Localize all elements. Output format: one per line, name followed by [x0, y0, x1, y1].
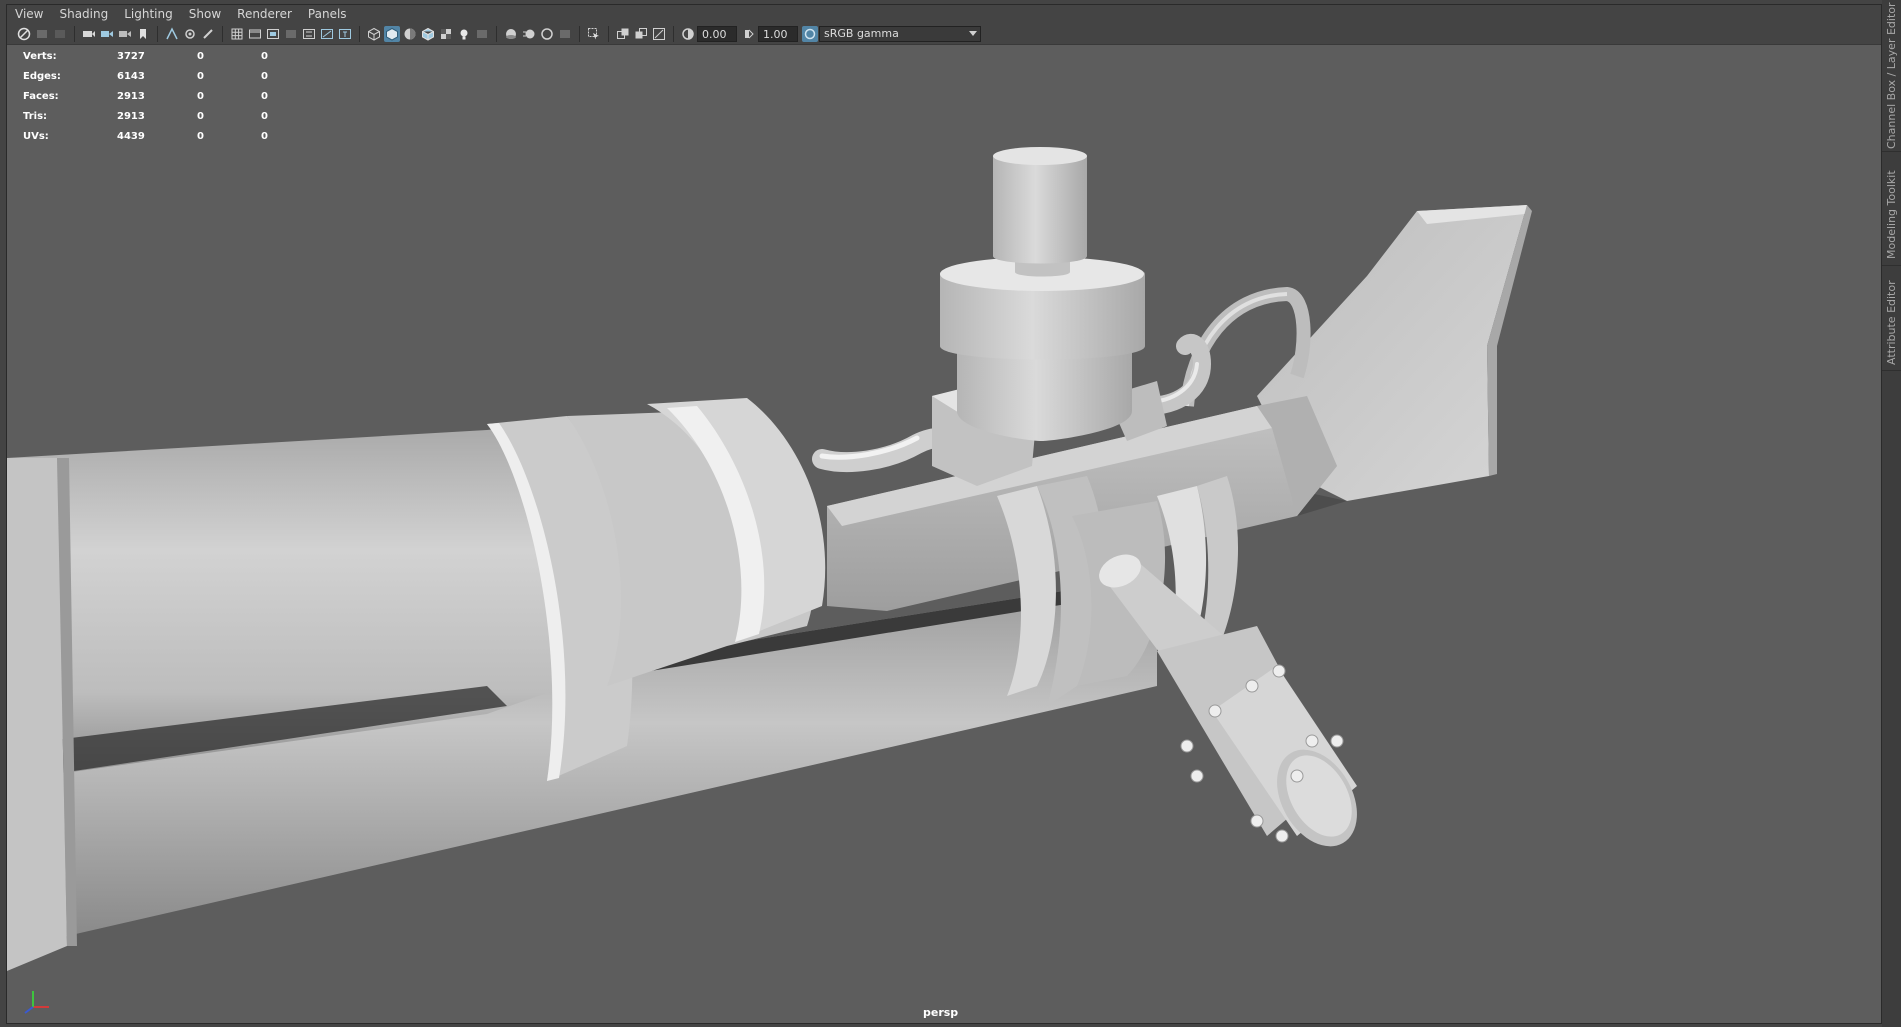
gamma-field[interactable]: 1.00: [758, 25, 798, 42]
screen-space-ao-icon[interactable]: [503, 26, 519, 42]
axis-gizmo-icon: [24, 991, 49, 1014]
use-default-material-icon[interactable]: [402, 26, 418, 42]
hud-value: 0: [261, 131, 268, 142]
hud-value: 3727: [117, 51, 145, 62]
hud-value: 0: [261, 91, 268, 102]
image-plane-icon[interactable]: [81, 26, 97, 42]
xray-icon[interactable]: [615, 26, 631, 42]
exposure-field[interactable]: 0.00: [697, 25, 737, 42]
hud-value: 0: [197, 131, 204, 142]
dropdown-arrow-icon[interactable]: [968, 26, 978, 42]
wireframe-icon[interactable]: [366, 26, 382, 42]
camera-attributes-icon[interactable]: [34, 26, 50, 42]
color-management-icon[interactable]: [802, 25, 818, 42]
tank-mesh[interactable]: [940, 147, 1145, 441]
hud-label: Faces:: [23, 91, 59, 102]
color-space-value: sRGB gamma: [824, 26, 899, 40]
hud-label: Edges:: [23, 71, 61, 82]
safe-action-icon[interactable]: [283, 26, 299, 42]
perspective-viewport[interactable]: View Shading Lighting Show Renderer Pane…: [6, 4, 1882, 1024]
select-camera-icon[interactable]: [16, 26, 32, 42]
panel-toolbar: 0.00 1.00 sRGB gamma: [7, 23, 1881, 45]
exposure-icon[interactable]: [680, 26, 696, 42]
menu-show[interactable]: Show: [181, 5, 229, 23]
hud-row-faces: Faces: 2913 0 0: [23, 87, 283, 107]
smooth-shade-icon[interactable]: [384, 25, 400, 42]
hud-label: UVs:: [23, 131, 49, 142]
bookmark-flag-icon[interactable]: [135, 26, 151, 42]
menu-view[interactable]: View: [7, 5, 51, 23]
bookmark-icon[interactable]: [52, 26, 68, 42]
hud-value: 6143: [117, 71, 145, 82]
safe-title-icon[interactable]: [301, 26, 317, 42]
toolbar-separator: [74, 25, 75, 42]
text-overlay-icon[interactable]: [337, 26, 353, 42]
hud-value: 0: [197, 111, 204, 122]
xray-active-components-icon[interactable]: [633, 26, 649, 42]
two-d-pan-icon[interactable]: [99, 26, 115, 42]
hud-label: Tris:: [23, 111, 48, 122]
wireframe-on-shaded-icon[interactable]: [420, 26, 436, 42]
hud-value: 0: [197, 51, 204, 62]
gate-mask-icon[interactable]: [164, 26, 180, 42]
hud-row-verts: Verts: 3727 0 0: [23, 47, 283, 67]
hud-row-edges: Edges: 6143 0 0: [23, 67, 283, 87]
xray-joints-icon[interactable]: [651, 26, 667, 42]
maya-app: View Shading Lighting Show Renderer Pane…: [0, 0, 1901, 1027]
field-of-view-icon[interactable]: [319, 26, 335, 42]
tab-attribute-editor[interactable]: Attribute Editor: [1882, 276, 1901, 371]
hud-value: 0: [197, 71, 204, 82]
menu-shading[interactable]: Shading: [51, 5, 116, 23]
poly-count-hud: Verts: 3727 0 0 Edges: 6143 0 0 Faces: 2…: [23, 47, 283, 147]
viewport-scene[interactable]: [7, 46, 1881, 1023]
tab-modeling-toolkit[interactable]: Modeling Toolkit: [1882, 164, 1901, 266]
isolate-select-icon[interactable]: [586, 26, 602, 42]
gamma-icon[interactable]: [741, 26, 757, 42]
film-gate-icon[interactable]: [247, 26, 263, 42]
hud-label: Verts:: [23, 51, 57, 62]
color-space-dropdown[interactable]: sRGB gamma: [819, 25, 981, 42]
paint-brush-icon[interactable]: [200, 26, 216, 42]
hud-value: 0: [261, 111, 268, 122]
hud-value: 2913: [117, 91, 145, 102]
grease-pencil-icon[interactable]: [117, 26, 133, 42]
menu-panels[interactable]: Panels: [300, 5, 355, 23]
field-chart-icon[interactable]: [182, 26, 198, 42]
shadows-icon[interactable]: [474, 26, 490, 42]
motion-blur-icon[interactable]: [521, 26, 537, 42]
menu-lighting[interactable]: Lighting: [116, 5, 181, 23]
textured-icon[interactable]: [438, 26, 454, 42]
hud-value: 0: [261, 51, 268, 62]
panel-menubar: View Shading Lighting Show Renderer Pane…: [7, 5, 1881, 23]
hud-value: 0: [197, 91, 204, 102]
hud-row-tris: Tris: 2913 0 0: [23, 107, 283, 127]
grid-icon[interactable]: [229, 26, 245, 42]
use-all-lights-icon[interactable]: [456, 26, 472, 42]
hud-value: 4439: [117, 131, 145, 142]
camera-name-label: persp: [923, 1006, 959, 1019]
resolution-gate-icon[interactable]: [265, 26, 281, 42]
multisample-aa-icon[interactable]: [539, 26, 555, 42]
tab-channel-box[interactable]: Channel Box / Layer Editor: [1882, 0, 1901, 152]
side-tab-bar: Channel Box / Layer Editor Modeling Tool…: [1882, 0, 1901, 1027]
hud-value: 2913: [117, 111, 145, 122]
hud-row-uvs: UVs: 4439 0 0: [23, 127, 283, 147]
hud-value: 0: [261, 71, 268, 82]
menu-renderer[interactable]: Renderer: [229, 5, 300, 23]
depth-of-field-icon[interactable]: [557, 26, 573, 42]
muzzle-mesh[interactable]: [7, 458, 77, 971]
